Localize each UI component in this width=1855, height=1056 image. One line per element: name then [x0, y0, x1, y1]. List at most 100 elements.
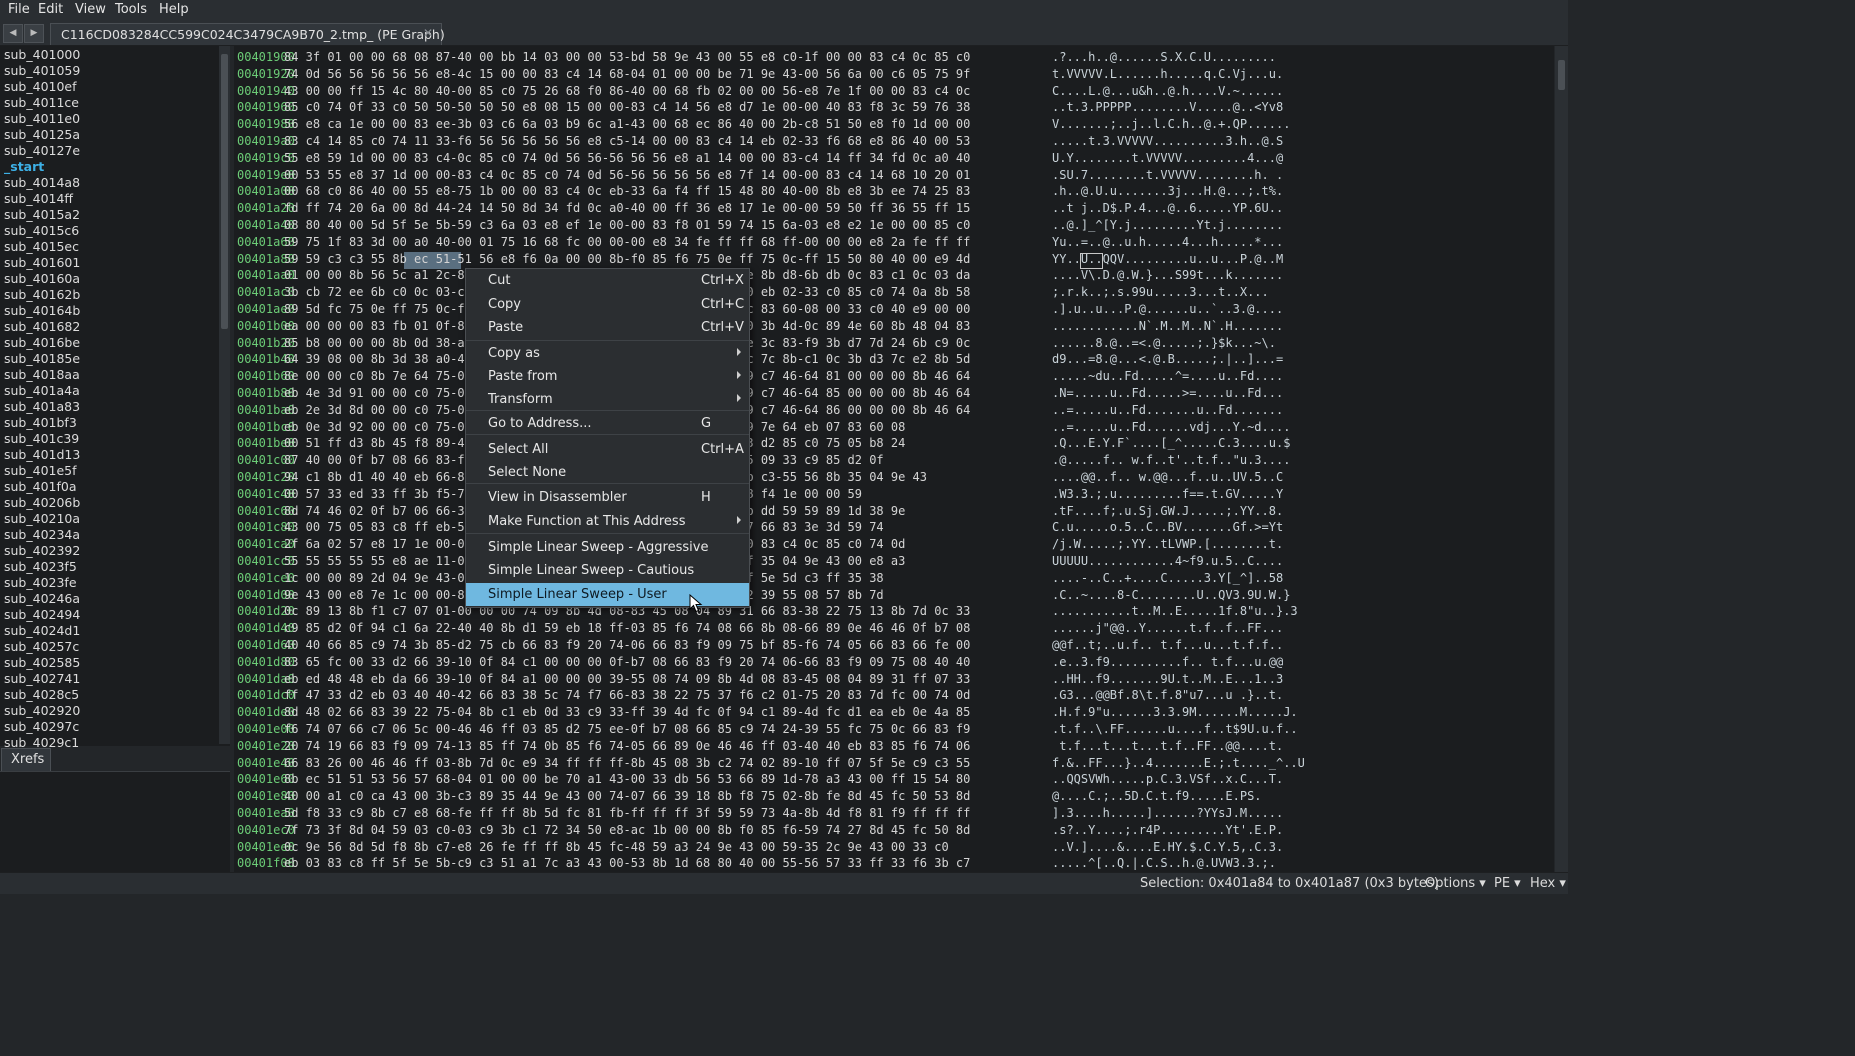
menu-item-cut[interactable]: Cut Ctrl+X [466, 269, 749, 292]
hex-row-ascii[interactable]: ....-..C..+....C.....3.Y[_^]..58 [1052, 571, 1283, 585]
hex-row[interactable]: 00401ba0 eb 2e 3d 8d 00 00 c0 75-09 c7 46… [234, 401, 1554, 418]
function-list-item[interactable]: sub_402392 [4, 543, 80, 558]
hex-row[interactable]: 00401d20 0c 89 13 8b f1 c7 07 01-00 00 00… [234, 602, 1554, 619]
function-list-item[interactable]: sub_4023f5 [4, 559, 77, 574]
hex-row-ascii[interactable]: /j.W.....;.YY..tLVWP.[........t. [1052, 537, 1283, 551]
hex-row[interactable]: 00401c8043 00 75 05 83 c8 ff eb-5f 8b 2d… [234, 518, 1554, 535]
hex-row[interactable]: 00401ee0 0c 9e 56 8d 5d f8 8b c7-e8 26 fe… [234, 838, 1554, 855]
hex-row-bytes[interactable]: 43 00 00 ff 15 4c 80 40-00 85 c0 75 26 6… [284, 84, 970, 98]
function-list-item[interactable]: sub_401f0a [4, 479, 77, 494]
hex-row-ascii[interactable]: .....t.3.VVVVV..........3.h..@.S [1052, 134, 1283, 148]
hex-row[interactable]: 00401a40 08 80 40 00 5d 5f 5e 5b-59 c3 6a… [234, 216, 1554, 233]
hex-row[interactable]: 00401b4064 39 08 00 8b 3d 38 a0-40 00 8b… [234, 350, 1554, 367]
hex-row-bytes[interactable]: 0c 9e 56 8d 5d f8 8b c7-e8 26 fe ff ff 8… [284, 840, 949, 854]
hex-row-ascii[interactable]: ....V\.D.@.W.}...S99t...k....... [1052, 268, 1283, 282]
hex-row-ascii[interactable]: ..HH..f9.......9U.t..M..E...1..3 [1052, 672, 1283, 686]
tab-xrefs[interactable]: Xrefs [1, 748, 51, 772]
hex-row-ascii[interactable]: .N=.....u..Fd.....>=....u..Fd... [1052, 386, 1283, 400]
hex-row[interactable]: 00401bc0eb 0e 3d 92 00 00 c0 75-09 c7 46… [234, 418, 1554, 435]
pe-dropdown[interactable]: PE ▾ [1494, 876, 1521, 891]
hex-row[interactable]: 00401e40 66 83 26 00 46 46 ff 03-8b 7d 0c… [234, 754, 1554, 771]
hex-row-ascii[interactable]: V.......;..j..l.C.h..@.+.QP...... [1052, 117, 1290, 131]
hex-row[interactable]: 00401ea0 5d f8 33 c9 8b c7 e8 68-fe ff ff… [234, 804, 1554, 821]
hex-row[interactable]: 004019a0 83 c4 14 85 c0 74 11 33-f6 56 56… [234, 132, 1554, 149]
function-list-item[interactable]: sub_402494 [4, 607, 80, 622]
hex-row-bytes[interactable]: 40 00 a1 c0 ca 43 00 3b-c3 89 35 44 9e 4… [284, 789, 970, 803]
hex-row-ascii[interactable]: .?...h..@......S.X.C.U......... [1052, 50, 1276, 64]
hex-row[interactable]: 004019c0 55 e8 59 1d 00 00 83 c4-0c 85 c0… [234, 149, 1554, 166]
function-list-item[interactable]: sub_40210a [4, 511, 80, 526]
hex-row-bytes[interactable]: 08 80 40 00 5d 5f 5e 5b-59 c3 6a 03 e8 e… [284, 218, 970, 232]
function-list-item[interactable]: sub_4016be [4, 335, 80, 350]
hex-row-ascii[interactable]: .e..3.f9..........f.. t.f...u.@@ [1052, 655, 1283, 669]
hex-row[interactable]: 00401e20 20 74 19 66 83 f9 09 74-13 85 ff… [234, 737, 1554, 754]
hex-row-bytes[interactable]: 59 75 1f 83 3d 00 a0 40-00 01 75 16 68 f… [284, 235, 970, 249]
hex-row-ascii[interactable]: .C..~....8-C........U..QV3.9U.W.} [1052, 588, 1290, 602]
hex-row-ascii[interactable]: ............N`.M..M..N`.H....... [1052, 319, 1283, 333]
hex-row-bytes[interactable]: 56 e8 ca 1e 00 00 83 ee-3b 03 c6 6a 03 b… [284, 117, 970, 131]
hex-row-ascii[interactable]: t.f...t...t...t.f..FF..@@....t. [1052, 739, 1283, 753]
hex-row-ascii[interactable]: ].3....h.....]......?YYsJ.M..... [1052, 806, 1283, 820]
hex-row[interactable]: 004019e0 00 53 55 e8 37 1d 00 00-83 c4 0c… [234, 166, 1554, 183]
hex-row[interactable]: 00401de0 8d 48 02 66 83 39 22 75-04 8b c1… [234, 703, 1554, 720]
hex-row[interactable]: 00401a80 59 59 c3 c3 55 8b ec 51-51 56 e8… [234, 250, 1554, 267]
hex-row[interactable]: 00401900 84 3f 01 00 00 68 08 87-40 00 bb… [234, 48, 1554, 65]
hex-row-bytes[interactable]: 84 3f 01 00 00 68 08 87-40 00 bb 14 03 0… [284, 50, 970, 64]
function-list-item[interactable]: sub_402920 [4, 703, 80, 718]
hex-row-bytes[interactable]: 5d f8 33 c9 8b c7 e8 68-fe ff ff 8b 5d f… [284, 806, 970, 820]
hex-row-bytes[interactable]: 83 65 fc 00 33 d2 66 39-10 0f 84 c1 00 0… [284, 655, 970, 669]
function-list-item[interactable]: sub_401a4a [4, 383, 80, 398]
menu-item-go-to-address[interactable]: Go to Address... G [466, 412, 749, 435]
hex-row-ascii[interactable]: .....~du..Fd.....^=....u..Fd.... [1052, 369, 1283, 383]
forward-button[interactable]: ▶ [24, 24, 44, 43]
function-list-scrollbar[interactable] [219, 46, 230, 744]
hex-row-ascii[interactable]: YY..U..QQV.........u..u...P.@..M [1052, 252, 1283, 266]
function-list-item[interactable]: sub_4015c6 [4, 223, 79, 238]
hex-row[interactable]: 00401e00 f6 74 07 66 c7 06 5c 00-46 46 ff… [234, 720, 1554, 737]
hex-row-ascii[interactable]: ..t.3.PPPPP........V.....@..<Yv8 [1052, 100, 1283, 114]
hex-row[interactable]: 00401e80 40 00 a1 c0 ca 43 00 3b-c3 89 35… [234, 787, 1554, 804]
hex-row-ascii[interactable]: ......j"@@..Y......t.f..f..FF... [1052, 621, 1283, 635]
function-list-item[interactable]: sub_4011ce [4, 95, 79, 110]
hex-row-ascii[interactable]: ..V.]....&....E.HY.$.C.Y.5,.C.3. [1052, 840, 1283, 854]
hex-row[interactable]: 00401c2094 c1 8b d1 40 40 eb 66-83 f9 20… [234, 468, 1554, 485]
close-icon[interactable]: ✕ [423, 26, 433, 40]
hex-dropdown[interactable]: Hex ▾ [1530, 876, 1566, 891]
hex-row-bytes[interactable]: 66 83 26 00 46 46 ff 03-8b 7d 0c e9 34 f… [284, 756, 970, 770]
hex-row-bytes[interactable]: 00 53 55 e8 37 1d 00 00-83 c4 0c 85 c0 7… [284, 168, 970, 182]
menu-item-simple-linear-sweep-cautious[interactable]: Simple Linear Sweep - Cautious [466, 559, 749, 582]
function-list-item[interactable]: sub_4010ef [4, 79, 77, 94]
hex-row-ascii[interactable]: ..=.....u..Fd.......u..Fd....... [1052, 403, 1283, 417]
hex-row-ascii[interactable]: U.Y........t.VVVVV.........4...@ [1052, 151, 1283, 165]
menu-item-paste-from[interactable]: Paste from [466, 365, 749, 388]
hex-row[interactable]: 00401ec0 7f 73 3f 8d 04 59 03 c0-03 c9 3b… [234, 821, 1554, 838]
hex-view-scrollbar[interactable] [1555, 46, 1568, 872]
function-list-item[interactable]: sub_40185e [4, 351, 80, 366]
hex-row[interactable]: 00401f00 eb 03 83 c8 ff 5f 5e 5b-c9 c3 51… [234, 854, 1554, 871]
options-dropdown[interactable]: Options ▾ [1425, 876, 1486, 891]
menu-item-make-function-at-this-address[interactable]: Make Function at This Address [466, 510, 749, 533]
hex-row[interactable]: 00401ca02f 6a 02 57 e8 17 1e 00-00 59 59… [234, 535, 1554, 552]
function-list-item[interactable]: _start [4, 159, 44, 174]
hex-row-bytes[interactable]: 85 c0 74 0f 33 c0 50 50-50 50 50 e8 08 1… [284, 100, 970, 114]
function-list-item[interactable]: sub_401d13 [4, 447, 80, 462]
hex-row-ascii[interactable]: UUUUU............4~f9.u.5..C.... [1052, 554, 1283, 568]
hex-row-ascii[interactable]: .W3.3.;.u.........f==.t.GV.....Y [1052, 487, 1283, 501]
hex-row-ascii[interactable]: .t.f..\.FF......u....f..t$9U.u.f.. [1052, 722, 1298, 736]
function-list-item[interactable]: sub_4023fe [4, 575, 77, 590]
hex-row[interactable]: 00401d40 c9 85 d2 0f 94 c1 6a 22-40 40 8b… [234, 619, 1554, 636]
hex-row[interactable]: 00401b00ea 00 00 00 83 fb 01 0f-84 4e 00… [234, 317, 1554, 334]
menu-item-transform[interactable]: Transform [466, 388, 749, 411]
function-list-item[interactable]: sub_4028c5 [4, 687, 79, 702]
function-list-item[interactable]: sub_4024d1 [4, 623, 80, 638]
hex-row-bytes[interactable]: 40 40 66 85 c9 74 3b 85-d2 75 cb 66 83 f… [284, 638, 970, 652]
hex-row[interactable]: 00401cc055 55 55 55 55 e8 ae 11-00 00 83… [234, 552, 1554, 569]
function-list-item[interactable]: sub_401000 [4, 47, 80, 62]
menu-item-copy-as[interactable]: Copy as [466, 342, 749, 365]
hex-row[interactable]: 00401a20 fd ff 74 20 6a 00 8d 44-24 14 50… [234, 199, 1554, 216]
function-list-item[interactable]: sub_402585 [4, 655, 80, 670]
function-list-item[interactable]: sub_401e5f [4, 463, 77, 478]
function-list-item[interactable]: sub_401682 [4, 319, 80, 334]
hex-row[interactable]: 00401c608d 74 46 02 0f b7 06 66-3b c5 75… [234, 502, 1554, 519]
hex-row-ascii[interactable]: @....C.;..5D.C.t.f9.....E.PS. [1052, 789, 1262, 803]
